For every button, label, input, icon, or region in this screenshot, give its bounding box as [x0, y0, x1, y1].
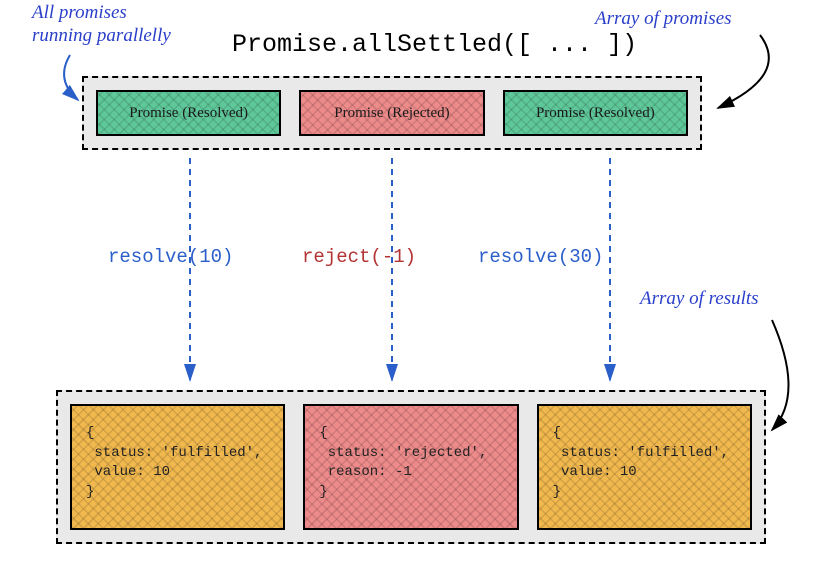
action-reject: reject(-1) — [302, 246, 416, 268]
promises-array-container: Promise (Resolved) Promise (Rejected) Pr… — [82, 76, 702, 150]
promise-label: Promise (Rejected) — [334, 105, 449, 122]
promise-label: Promise (Resolved) — [129, 105, 248, 122]
annotation-array-results: Array of results — [640, 288, 759, 311]
promise-rejected: Promise (Rejected) — [299, 90, 484, 136]
annotation-array-promises: Array of promises — [595, 8, 732, 31]
action-resolve-2: resolve(30) — [478, 246, 603, 268]
action-resolve-1: resolve(10) — [108, 246, 233, 268]
promise-label: Promise (Resolved) — [536, 105, 655, 122]
promise-resolved-2: Promise (Resolved) — [503, 90, 688, 136]
arrow-icon — [718, 35, 769, 108]
promise-resolved-1: Promise (Resolved) — [96, 90, 281, 136]
arrow-icon — [772, 320, 789, 430]
arrow-icon — [64, 55, 78, 100]
result-fulfilled-1: { status: 'fulfilled', value: 10 } — [70, 404, 285, 530]
code-title: Promise.allSettled([ ... ]) — [232, 30, 637, 59]
result-text: { status: 'fulfilled', value: 10 } — [553, 425, 729, 500]
result-text: { status: 'rejected', reason: -1 } — [319, 425, 487, 500]
result-rejected: { status: 'rejected', reason: -1 } — [303, 404, 518, 530]
annotation-parallel: All promises running parallelly — [32, 2, 171, 48]
result-fulfilled-2: { status: 'fulfilled', value: 10 } — [537, 404, 752, 530]
results-array-container: { status: 'fulfilled', value: 10 } { sta… — [56, 390, 766, 544]
result-text: { status: 'fulfilled', value: 10 } — [86, 425, 262, 500]
